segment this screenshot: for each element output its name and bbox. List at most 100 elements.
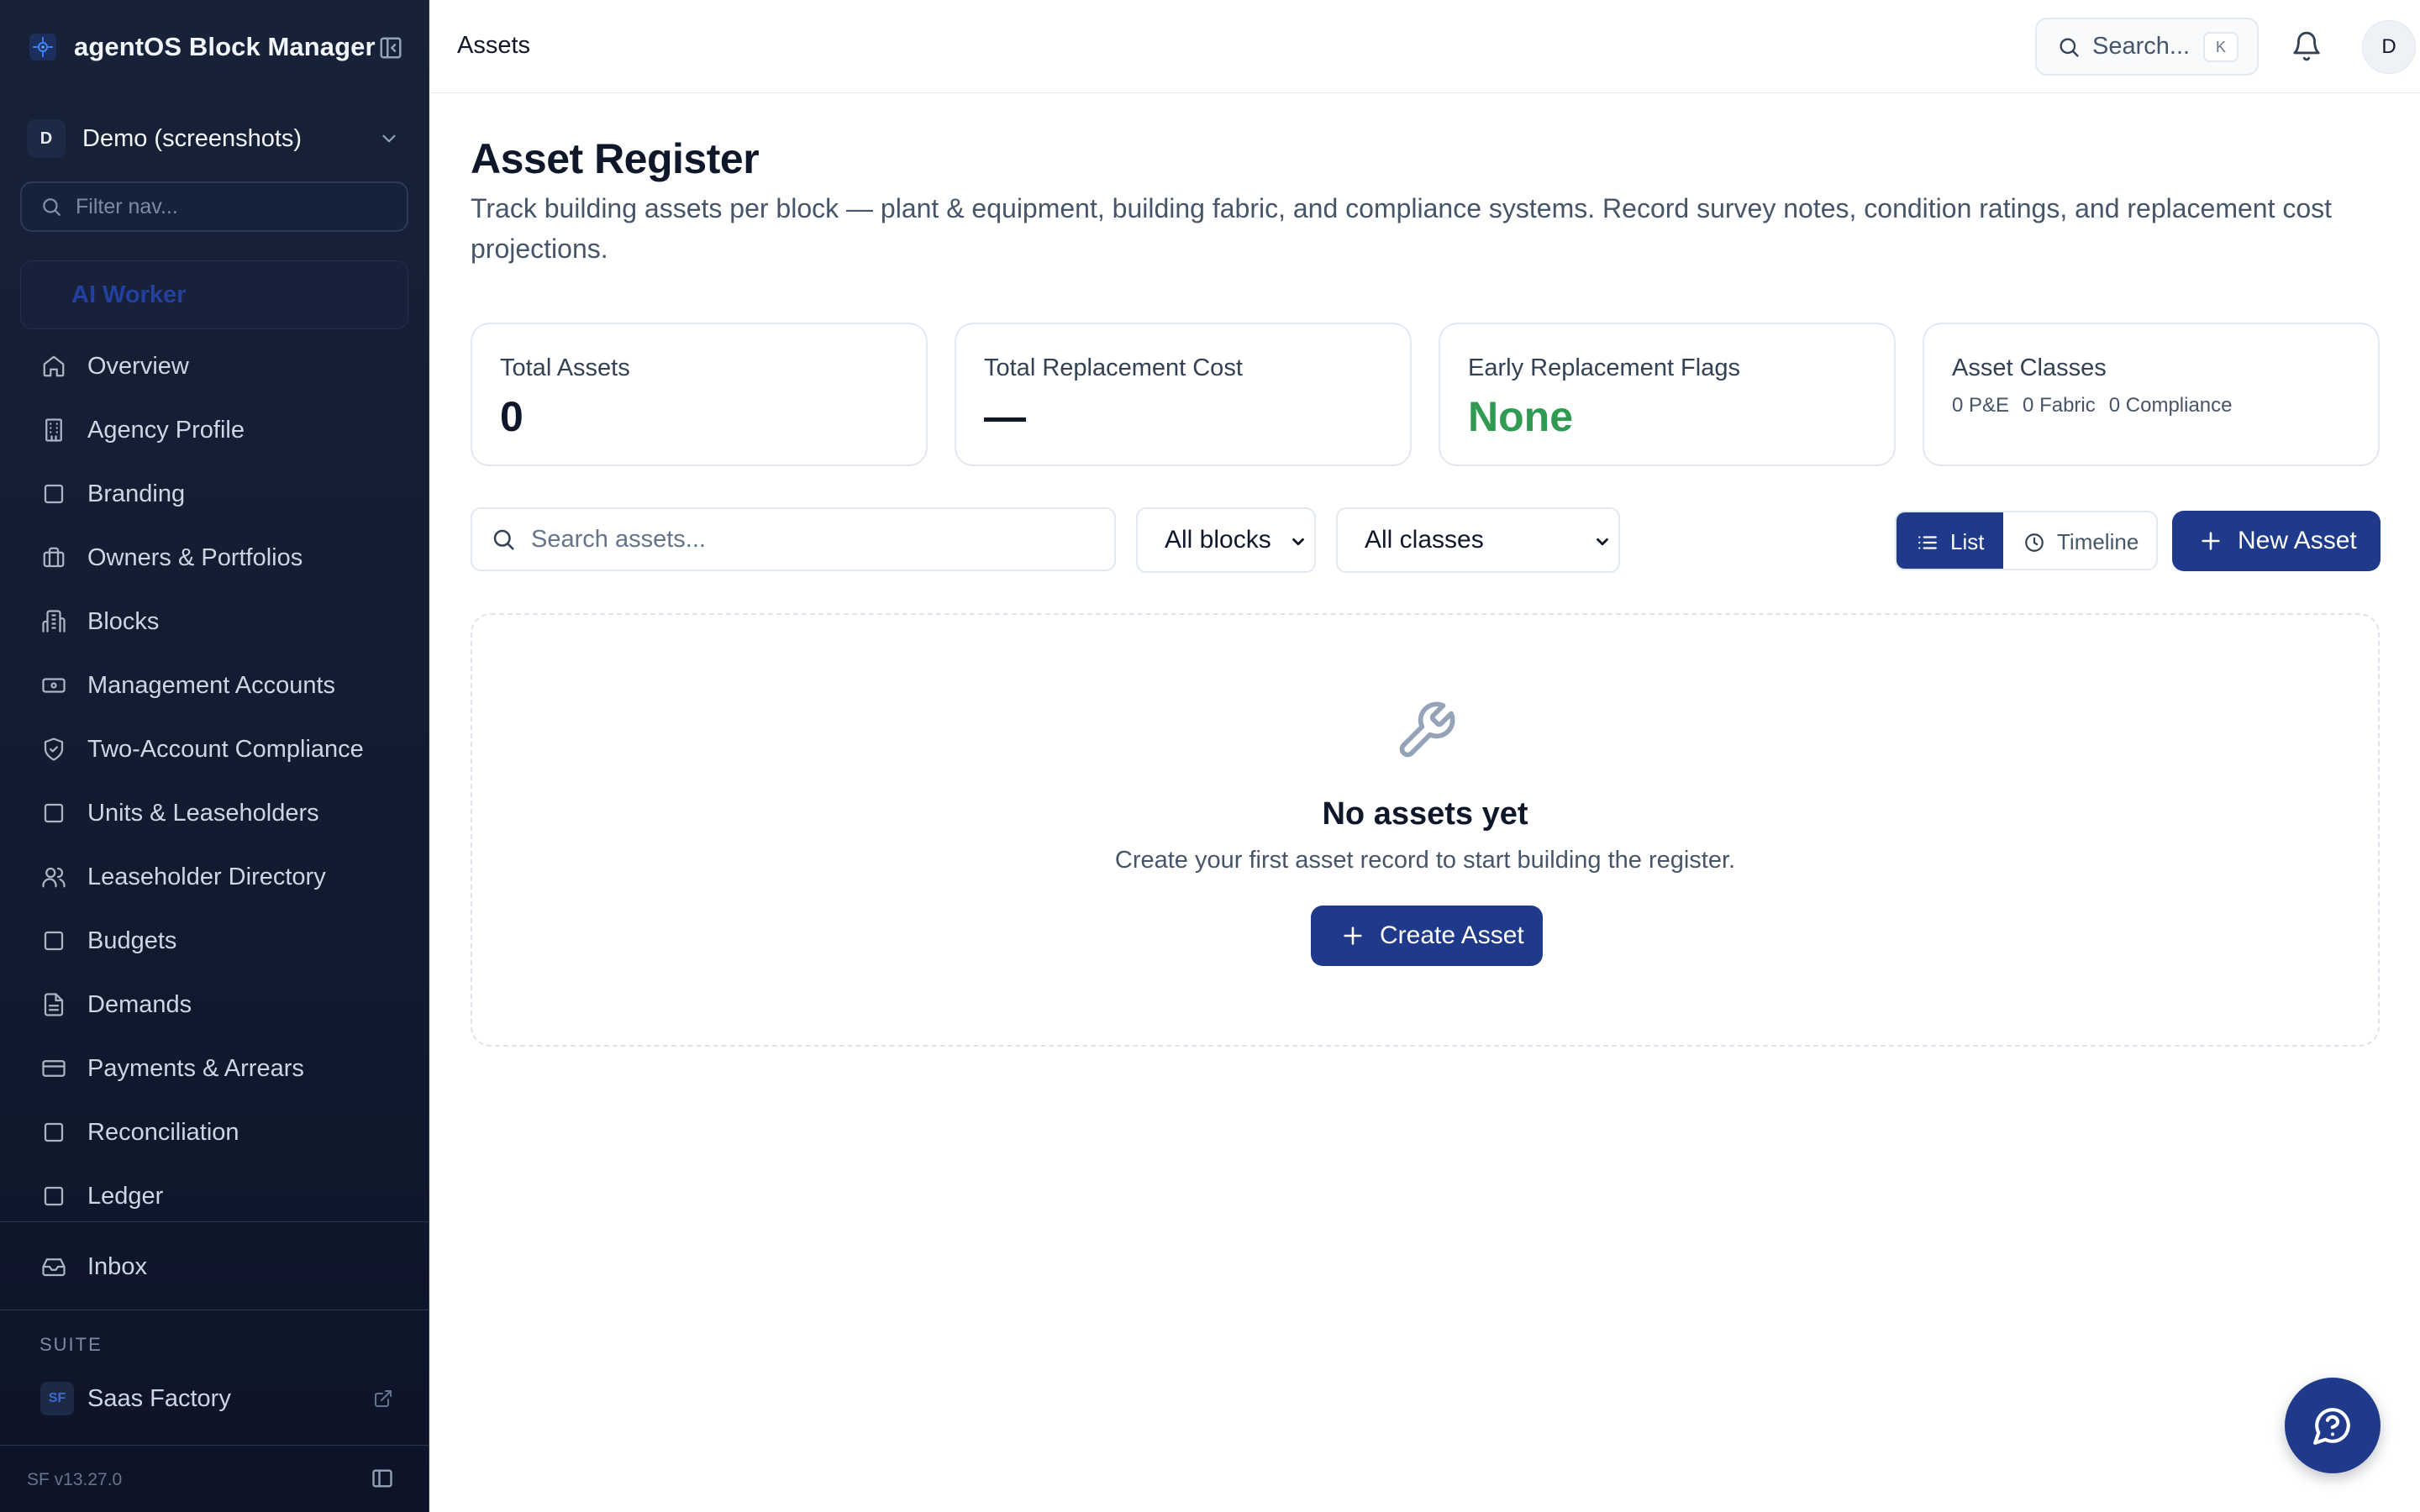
sidebar-item-ledger[interactable]: Ledger	[0, 1164, 429, 1228]
stat-value: —	[984, 393, 1026, 440]
version-label: SF v13.27.0	[27, 1470, 123, 1489]
stat-label: Early Replacement Flags	[1468, 354, 1740, 381]
sidebar-item-label: Budgets	[87, 927, 177, 954]
sidebar-item-reconciliation[interactable]: Reconciliation	[0, 1100, 429, 1164]
suite-badge: SF	[40, 1382, 74, 1415]
inbox-icon	[40, 1253, 67, 1280]
classes-select[interactable]: All classes	[1336, 507, 1620, 573]
sidebar-item-branding[interactable]: Branding	[0, 462, 429, 526]
sidebar-divider	[0, 1445, 429, 1446]
sidebar-item-label: Units & Leaseholders	[87, 799, 319, 827]
new-asset-button[interactable]: New Asset	[2172, 511, 2381, 571]
workspace-switcher[interactable]: D Demo (screenshots)	[27, 118, 405, 160]
building-icon	[40, 417, 67, 444]
empty-state-title: No assets yet	[1322, 796, 1528, 832]
breadcrumb: Assets	[457, 32, 531, 59]
sidebar-item-label: Overview	[87, 352, 189, 380]
stat-card-asset-classes: Asset Classes 0 P&E 0 Fabric 0 Complianc…	[1923, 323, 2380, 466]
square-icon	[40, 800, 67, 827]
empty-state: No assets yet Create your first asset re…	[471, 613, 2380, 1047]
brand[interactable]: agentOS Block Manager	[27, 25, 405, 69]
create-asset-label: Create Asset	[1380, 921, 1524, 949]
nav-filter-input[interactable]	[76, 194, 395, 219]
user-avatar[interactable]: D	[2362, 20, 2416, 74]
asset-class-breakdown: 0 P&E 0 Fabric 0 Compliance	[1952, 394, 2378, 417]
sidebar-item-owners-portfolios[interactable]: Owners & Portfolios	[0, 526, 429, 590]
new-asset-label: New Asset	[2238, 527, 2357, 554]
sidebar-item-leaseholder-directory[interactable]: Leaseholder Directory	[0, 845, 429, 909]
banknote-icon	[40, 672, 67, 699]
sidebar-item-blocks[interactable]: Blocks	[0, 590, 429, 654]
plus-icon	[2199, 529, 2223, 553]
view-timeline-button[interactable]: Timeline	[2003, 512, 2156, 569]
sidebar-item-label: Owners & Portfolios	[87, 543, 303, 571]
classes-select-value: All classes	[1365, 526, 1484, 554]
chevron-down-icon	[1593, 533, 1612, 551]
stat-card-total-assets: Total Assets 0	[471, 323, 928, 466]
search-icon	[2057, 35, 2081, 59]
blocks-select[interactable]: All blocks	[1136, 507, 1316, 573]
chevron-down-icon	[1289, 533, 1307, 551]
asset-search-input[interactable]	[531, 525, 1102, 554]
sidebar: agentOS Block Manager D Demo (screenshot…	[0, 0, 429, 1512]
panel-toggle-icon[interactable]	[371, 1467, 394, 1490]
sidebar-item-label: Branding	[87, 480, 186, 507]
class-count-fabric: 0 Fabric	[2023, 394, 2096, 417]
sidebar-divider	[0, 1221, 429, 1222]
sidebar-item-label: Demands	[87, 990, 192, 1018]
stat-value: None	[1468, 393, 1573, 440]
view-list-button[interactable]: List	[1897, 512, 2003, 569]
sidebar-item-inbox[interactable]: Inbox	[0, 1235, 429, 1299]
sidebar-item-label: Management Accounts	[87, 671, 336, 699]
workspace-avatar: D	[27, 119, 66, 158]
sidebar-item-two-account-compliance[interactable]: Two-Account Compliance	[0, 717, 429, 781]
shortcut-key: K	[2203, 32, 2238, 62]
stat-card-early-replacement: Early Replacement Flags None	[1439, 323, 1896, 466]
sidebar-item-payments-arrears[interactable]: Payments & Arrears	[0, 1037, 429, 1100]
sidebar-item-label: Reconciliation	[87, 1118, 239, 1146]
bell-icon[interactable]	[2291, 30, 2323, 62]
sidebar-item-agency-profile[interactable]: Agency Profile	[0, 398, 429, 462]
class-count-pe: 0 P&E	[1952, 394, 2010, 417]
sidebar-item-label: Blocks	[87, 607, 160, 635]
sidebar-nav: Overview Agency Profile Branding Owners …	[0, 334, 429, 1228]
stat-card-replacement-cost: Total Replacement Cost —	[955, 323, 1412, 466]
global-search-label: Search...	[2092, 33, 2191, 60]
collapse-sidebar-icon[interactable]	[376, 34, 405, 62]
page-title: Asset Register	[471, 135, 760, 182]
credit-card-icon	[40, 1055, 67, 1082]
briefcase-icon	[40, 544, 67, 571]
view-list-label: List	[1950, 529, 1985, 554]
logo-icon	[27, 31, 59, 63]
app-name: agentOS Block Manager	[74, 32, 376, 61]
ai-worker-link[interactable]: AI Worker	[20, 260, 408, 329]
asset-search[interactable]	[471, 507, 1116, 571]
sidebar-item-label: Payments & Arrears	[87, 1054, 304, 1082]
create-asset-button[interactable]: Create Asset	[1311, 906, 1543, 966]
sidebar-item-label: Leaseholder Directory	[87, 863, 326, 890]
sidebar-item-label: Inbox	[87, 1252, 147, 1280]
help-chat-button[interactable]	[2285, 1378, 2381, 1473]
sidebar-item-overview[interactable]: Overview	[0, 334, 429, 398]
plus-icon	[1341, 924, 1365, 948]
stat-label: Total Assets	[500, 354, 630, 381]
stat-value: 0	[500, 393, 523, 440]
users-icon	[40, 864, 67, 890]
search-icon	[491, 527, 516, 552]
sidebar-item-demands[interactable]: Demands	[0, 973, 429, 1037]
home-icon	[40, 353, 67, 380]
global-search-button[interactable]: Search... K	[2035, 18, 2259, 76]
suite-item-saas-factory[interactable]: SF Saas Factory	[40, 1379, 393, 1418]
shield-check-icon	[40, 736, 67, 763]
nav-filter[interactable]	[20, 181, 408, 232]
view-toggle: List Timeline	[1895, 511, 2158, 570]
sidebar-item-management-accounts[interactable]: Management Accounts	[0, 654, 429, 717]
stat-label: Total Replacement Cost	[984, 354, 1243, 381]
suite-heading: SUITE	[39, 1334, 103, 1355]
sidebar-item-units-leaseholders[interactable]: Units & Leaseholders	[0, 781, 429, 845]
sidebar-item-budgets[interactable]: Budgets	[0, 909, 429, 973]
square-icon	[40, 1183, 67, 1210]
empty-state-description: Create your first asset record to start …	[1114, 847, 1736, 874]
search-icon	[40, 196, 62, 218]
square-icon	[40, 927, 67, 954]
